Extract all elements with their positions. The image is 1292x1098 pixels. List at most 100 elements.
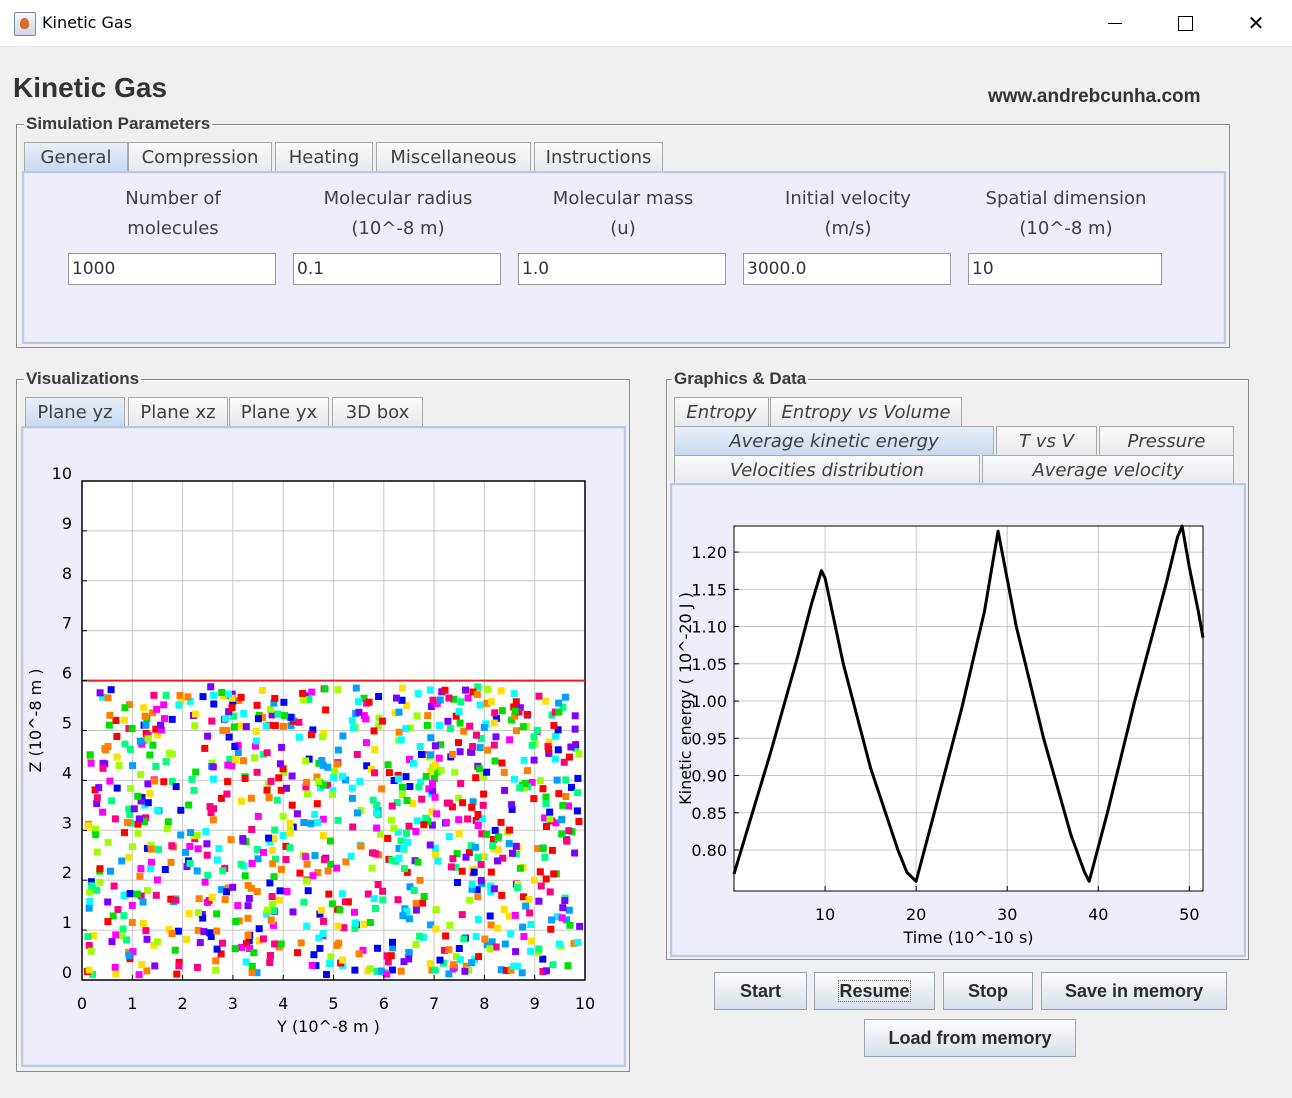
tab-heating[interactable]: Heating (275, 142, 373, 171)
molecule-point (310, 951, 318, 959)
tab-velocities-distribution[interactable]: Velocities distribution (674, 455, 980, 484)
molecule-point (395, 854, 403, 862)
label-line: Molecular radius (323, 188, 473, 209)
molecule-point (172, 783, 180, 791)
molecule-point (104, 743, 112, 750)
molecule-point (104, 898, 112, 906)
molecule-point (219, 726, 227, 734)
tab-plane-yx[interactable]: Plane yx (229, 397, 329, 426)
tab-entropy-vs-volume[interactable]: Entropy vs Volume (770, 397, 962, 426)
molecule-point (403, 829, 410, 837)
molecule-point (418, 795, 426, 803)
tab-pressure[interactable]: Pressure (1099, 426, 1234, 455)
tab-plane-yz[interactable]: Plane yz (25, 397, 125, 426)
molecule-point (543, 967, 550, 975)
molecule-point (192, 710, 199, 718)
molecule-point (349, 724, 357, 732)
molecule-point (474, 822, 482, 829)
molecule-point (545, 745, 553, 753)
molecule-point (394, 896, 402, 904)
molecule-point (455, 739, 462, 747)
molecule-point (352, 684, 360, 692)
label-line: Spatial dimension (985, 188, 1147, 209)
molecule-point (268, 893, 276, 900)
molecule-point (195, 895, 203, 903)
molecule-point (512, 842, 520, 850)
molecule-point (501, 940, 509, 948)
molecule-point (566, 921, 574, 929)
molecule-point (204, 871, 212, 879)
molecule-point (308, 961, 316, 969)
tab-plane-xz[interactable]: Plane xz (128, 397, 228, 426)
tab-3d-box[interactable]: 3D box (332, 397, 423, 426)
molecule-point (444, 717, 452, 725)
molecule-point (331, 767, 339, 775)
mass-input[interactable]: 1.0 (518, 253, 726, 285)
molecule-point (558, 830, 566, 838)
tab-general[interactable]: General (24, 142, 128, 171)
close-button[interactable]: ✕ (1221, 0, 1291, 46)
velocity-input[interactable]: 3000.0 (743, 253, 951, 285)
minimize-button[interactable] (1080, 0, 1150, 46)
molecule-point (399, 912, 407, 920)
molecule-point (234, 749, 242, 757)
molecule-point (552, 732, 560, 740)
molecule-point (283, 784, 290, 792)
x-tick-label: 7 (429, 994, 439, 1013)
tab-entropy[interactable]: Entropy (674, 397, 769, 426)
molecule-point (366, 965, 374, 973)
save-in-memory-button[interactable]: Save in memory (1041, 972, 1227, 1010)
tab-average-kinetic-energy[interactable]: Average kinetic energy (674, 426, 994, 455)
dimension-input[interactable]: 10 (968, 253, 1162, 285)
molecule-point (559, 801, 567, 809)
molecule-point (479, 801, 487, 809)
load-from-memory-button[interactable]: Load from memory (864, 1019, 1076, 1057)
molecule-point (139, 919, 147, 927)
molecule-point (231, 743, 239, 750)
y-tick-label: 8 (62, 564, 72, 583)
molecule-point (265, 834, 273, 842)
molecule-point (176, 691, 184, 699)
molecule-point (468, 959, 476, 967)
molecule-point (574, 774, 582, 782)
molecule-point (208, 893, 216, 901)
molecule-point (196, 939, 204, 947)
tab-average-velocity[interactable]: Average velocity (982, 455, 1234, 484)
molecule-point (177, 806, 185, 814)
molecule-point (445, 946, 453, 954)
start-button[interactable]: Start (714, 972, 807, 1010)
molecule-point (320, 856, 328, 863)
molecule-point (490, 885, 498, 893)
molecule-point (414, 858, 422, 866)
molecule-point (512, 698, 520, 706)
tab-t-vs-v[interactable]: T vs V (996, 426, 1097, 455)
molecule-point (209, 816, 217, 824)
molecule-point (143, 887, 151, 895)
tab-instructions[interactable]: Instructions (534, 142, 663, 171)
molecule-point (146, 789, 154, 797)
molecule-point (497, 818, 505, 826)
radius-input[interactable]: 0.1 (293, 253, 501, 285)
molecule-point (248, 860, 256, 867)
molecule-point (505, 912, 513, 920)
resume-button[interactable]: Resume (814, 972, 935, 1010)
maximize-button[interactable] (1150, 0, 1220, 46)
field-label-velocity: Initial velocity (m/s) (738, 184, 958, 244)
molecule-point (107, 867, 114, 875)
tab-miscellaneous[interactable]: Miscellaneous (376, 142, 531, 171)
molecule-point (137, 865, 145, 873)
molecule-point (550, 721, 558, 729)
molecule-point (387, 816, 395, 824)
stop-button[interactable]: Stop (943, 972, 1033, 1010)
tab-compression[interactable]: Compression (128, 142, 272, 171)
molecule-point (426, 686, 434, 694)
molecule-point (202, 828, 210, 836)
molecules-input[interactable]: 1000 (68, 253, 276, 285)
molecule-point (224, 761, 232, 769)
molecule-point (104, 694, 112, 702)
molecule-point (379, 887, 387, 895)
molecule-point (316, 944, 324, 952)
molecule-point (334, 686, 342, 694)
graphics-data-legend: Graphics & Data (672, 369, 809, 389)
molecule-point (128, 901, 136, 909)
